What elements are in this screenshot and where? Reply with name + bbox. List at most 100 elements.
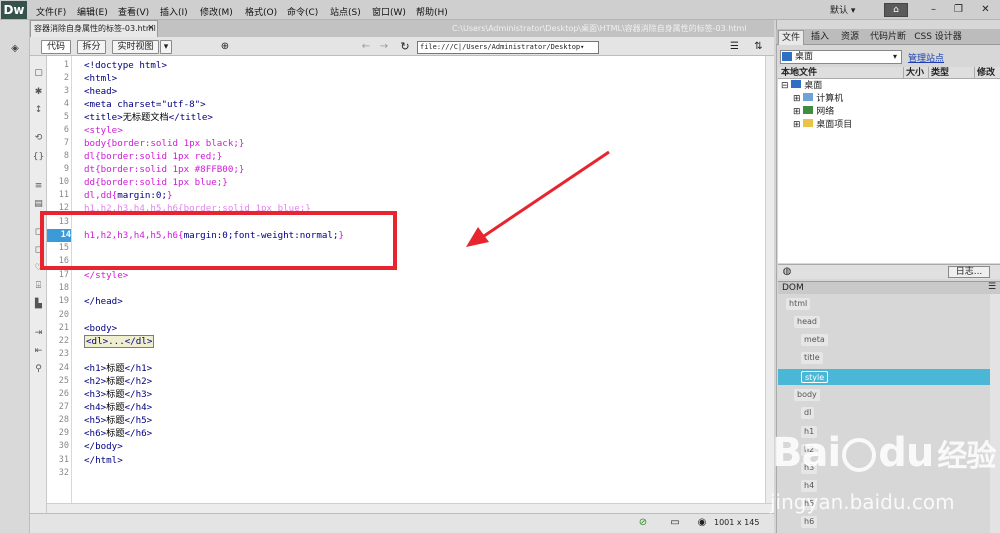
menu-file[interactable]: 文件(F) (36, 5, 66, 18)
log-button[interactable]: 日志... (948, 266, 990, 278)
menu-commands[interactable]: 命令(C) (287, 5, 318, 18)
line-number: 22 (58, 336, 69, 346)
tree-toggle-icon[interactable]: ⊞ (793, 120, 801, 130)
collapse-tag-icon[interactable]: ✱ (32, 86, 45, 99)
move-css-icon[interactable]: ▙ (32, 298, 45, 311)
menu-edit[interactable]: 编辑(E) (77, 5, 108, 18)
tab-assets[interactable]: 资源 (836, 30, 864, 45)
no-errors-icon[interactable]: ⊘ (637, 516, 649, 529)
balance-braces-icon[interactable]: {} (32, 151, 45, 164)
outdent-icon[interactable]: ⇤ (32, 345, 45, 358)
dom-node-body[interactable]: body (794, 389, 820, 401)
dom-node-title[interactable]: title (801, 352, 823, 364)
dom-node-dl[interactable]: dl (801, 407, 815, 419)
inspect-icon[interactable]: ⊕ (219, 40, 231, 54)
sort-icon[interactable]: ⇅ (752, 40, 765, 54)
dom-node-h4[interactable]: h4 (801, 480, 818, 492)
close-window-button[interactable]: ✕ (978, 3, 993, 16)
address-field[interactable]: file:///C|/Users/Administrator/Desktop▾ (417, 41, 599, 54)
format-source-icon[interactable]: ⚲ (32, 363, 45, 376)
dom-panel-title[interactable]: DOM (778, 281, 1000, 294)
code-line: <body> (84, 323, 118, 334)
menu-help[interactable]: 帮助(H) (416, 5, 448, 18)
tree-item-desktop-items[interactable]: ⊞ 桌面项目 (793, 119, 852, 132)
forward-arrow-icon[interactable]: → (378, 40, 390, 54)
highlight-invalid-icon[interactable]: ▤ (32, 198, 45, 211)
code-tag: <h6> (84, 428, 107, 439)
collapsed-code-block[interactable]: <dl>...</dl> (84, 335, 155, 348)
tree-toggle-icon[interactable]: ⊟ (781, 81, 789, 91)
tab-files[interactable]: 文件 (778, 30, 804, 45)
editor-vertical-scrollbar[interactable] (765, 56, 774, 503)
dom-node-h2[interactable]: h2 (801, 444, 818, 456)
preview-globe-icon[interactable]: ◉ (696, 516, 708, 529)
dom-scrollbar[interactable] (990, 294, 1000, 533)
refresh-icon[interactable]: ↻ (399, 40, 411, 54)
code-line: body{border:solid 1px black;} (84, 138, 245, 149)
split-view-button[interactable]: 拆分 (77, 40, 106, 54)
tab-snippets[interactable]: 代码片断 (866, 30, 910, 45)
code-tag: <h1> (84, 363, 107, 374)
code-line: dt{border:solid 1px #8FFB00;} (84, 164, 245, 175)
dom-node-html[interactable]: html (786, 298, 811, 310)
site-select[interactable]: 桌面 (780, 50, 902, 64)
collapse-selection-icon[interactable]: ↕ (32, 104, 45, 117)
dom-node-style[interactable]: style (801, 371, 829, 383)
line-number: 11 (58, 190, 69, 200)
menu-site[interactable]: 站点(S) (330, 5, 361, 18)
window-size-icon[interactable]: ▭ (667, 516, 683, 529)
dom-node-meta[interactable]: meta (801, 334, 828, 346)
menu-format[interactable]: 格式(O) (245, 5, 277, 18)
workspace-switcher[interactable]: 默认 ▾ (830, 3, 876, 17)
dom-node-h5[interactable]: h5 (801, 498, 818, 510)
dom-node-head[interactable]: head (794, 316, 820, 328)
recent-snippets-icon[interactable]: ⌹ (32, 280, 45, 293)
tree-toggle-icon[interactable]: ⊞ (793, 94, 801, 104)
minimize-button[interactable]: – (926, 3, 941, 16)
live-view-arrow-icon[interactable]: ▾ (160, 40, 172, 54)
tab-insert[interactable]: 插入 (806, 30, 834, 45)
code-tag: </title> (168, 112, 213, 123)
connect-globe-icon[interactable]: ◍ (781, 266, 793, 278)
editor-horizontal-scrollbar[interactable] (47, 503, 774, 513)
open-documents-icon[interactable]: ▢ (32, 67, 45, 80)
dom-node-h3[interactable]: h3 (801, 462, 818, 474)
menu-window[interactable]: 窗口(W) (372, 5, 406, 18)
column-size[interactable]: 大小 (903, 67, 928, 79)
menu-modify[interactable]: 修改(M) (200, 5, 233, 18)
column-local-files[interactable]: 本地文件 (779, 67, 903, 79)
live-view-button[interactable]: 实时视图 (112, 40, 159, 54)
tree-toggle-icon[interactable]: ⊞ (793, 107, 801, 117)
line-number: 18 (58, 283, 69, 293)
tree-item-computer[interactable]: ⊞ 计算机 (793, 93, 843, 106)
tree-item-network[interactable]: ⊞ 网络 (793, 106, 834, 119)
sync-settings-icon[interactable]: ⌂ (884, 3, 908, 17)
code-text: 标题 (106, 376, 125, 387)
column-type[interactable]: 类型 (928, 67, 974, 79)
line-numbers-icon[interactable]: ≡ (32, 180, 45, 193)
dom-node-h1[interactable]: h1 (801, 426, 818, 438)
panel-menu-icon[interactable]: ☰ (986, 282, 998, 293)
page-options-icon[interactable]: ☰ (728, 40, 741, 54)
column-modified[interactable]: 修改 (974, 67, 1000, 79)
back-arrow-icon[interactable]: ← (360, 40, 372, 54)
code-line: dl,dd{margin:0;} (84, 189, 173, 202)
window-size-readout[interactable]: 1001 x 145 (714, 516, 766, 529)
indent-icon[interactable]: ⇥ (32, 327, 45, 340)
line-number: 26 (58, 389, 69, 399)
site-select-arrow-icon[interactable]: ▾ (890, 51, 900, 63)
line-number: 1 (63, 60, 69, 70)
tab-close-icon[interactable]: × (146, 22, 156, 34)
insert-panel-icon[interactable]: ◈ (8, 42, 22, 56)
manage-sites-link[interactable]: 管理站点 (908, 51, 968, 64)
document-tab[interactable]: 容器消除自身属性的标签-03.html (30, 20, 158, 37)
document-path: C:\Users\Administrator\Desktop\桌面\HTML\容… (452, 24, 747, 33)
tree-item-desktop[interactable]: ⊟ 桌面 (781, 80, 822, 93)
select-parent-tag-icon[interactable]: ⟲ (32, 132, 45, 145)
tab-css-designer[interactable]: CSS 设计器 (912, 30, 964, 45)
menu-view[interactable]: 查看(V) (118, 5, 149, 18)
menu-insert[interactable]: 插入(I) (160, 5, 188, 18)
code-view-button[interactable]: 代码 (41, 40, 71, 54)
dom-node-h6[interactable]: h6 (801, 516, 818, 528)
restore-button[interactable]: ❐ (951, 3, 966, 16)
